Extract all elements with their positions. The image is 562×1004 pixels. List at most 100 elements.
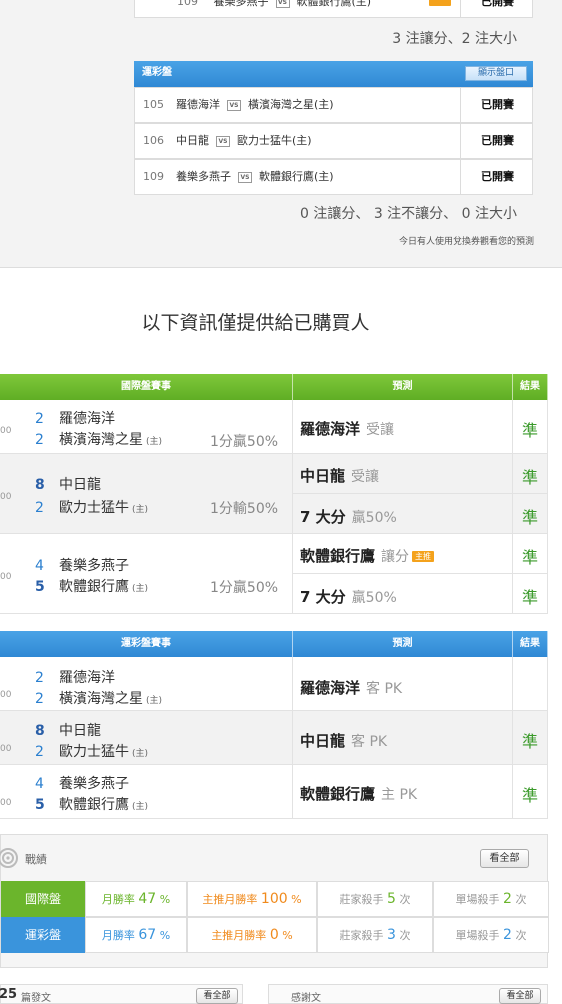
line-result: 1分贏50% — [210, 580, 279, 596]
top-section: 109 養樂多燕子 VS 軟體銀行鷹(主) 已開賽 3 注讓分、2 注大小 運彩盤 … — [0, 0, 562, 268]
main-pick-rate: 主推月勝率 0 % — [187, 917, 317, 953]
away-team: 軟體銀行鷹(主) — [259, 170, 334, 183]
home-team: 羅德海洋 — [176, 98, 220, 111]
intl-summary: 3 注讓分、2 注大小 — [392, 31, 517, 47]
team-name: 中日龍 — [59, 723, 101, 739]
main-pick-rate: 主推月勝率 100 % — [187, 881, 317, 917]
pred-main: 7 大分 — [300, 588, 346, 606]
game-status: 已開賽 — [481, 0, 514, 8]
single-killer: 單場殺手 2 次 — [433, 881, 549, 917]
result-mark: 準 — [521, 588, 538, 607]
result-cell — [513, 657, 548, 711]
monthly-rate: 月勝率 67 % — [85, 917, 187, 953]
host-marker: (主) — [132, 584, 149, 594]
team-name: 歐力士猛牛 — [59, 500, 129, 516]
pred-sub: 贏50% — [351, 590, 397, 606]
record-panel: 戰績 看全部 國際盤 月勝率 47 % 主推月勝率 100 % 莊家殺手 5 次… — [0, 834, 549, 968]
score: 2 — [35, 500, 44, 516]
score: 8 — [35, 477, 45, 493]
score: 4 — [35, 776, 44, 792]
host-marker: (主) — [132, 749, 149, 759]
record-row-label: 運彩盤 — [1, 917, 85, 953]
team-name: 軟體銀行鷹 — [59, 797, 129, 813]
score: 2 — [35, 744, 44, 760]
main-pick-tag: 主推 — [412, 551, 435, 562]
pred-sub: 贏50% — [351, 510, 397, 526]
pred-main: 軟體銀行鷹 — [300, 785, 376, 803]
lottery-box-title: 運彩盤 — [142, 67, 172, 78]
pred-main: 羅德海洋 — [300, 420, 361, 438]
game-time: 00 — [0, 572, 12, 582]
pred-sub: 受讓 — [366, 422, 395, 438]
posts-panel: 25 篇發文 看全部 — [0, 984, 243, 1004]
view-all-posts-button[interactable]: 看全部 — [196, 988, 238, 1004]
buyers-notice: 以下資訊僅提供給已購買人 — [141, 312, 370, 334]
vs-icon: VS — [227, 100, 241, 111]
game-number: 106 — [143, 134, 164, 147]
away-team: 軟體銀行鷹(主) — [296, 0, 372, 8]
home-team: 中日龍 — [176, 134, 209, 147]
view-all-thanks-button[interactable]: 看全部 — [499, 988, 541, 1004]
team-name: 羅德海洋 — [59, 670, 115, 686]
single-killer: 單場殺手 2 次 — [433, 917, 549, 953]
result-mark: 準 — [521, 508, 538, 527]
score: 5 — [35, 579, 45, 595]
line-result: 1分贏50% — [210, 434, 279, 450]
pred-main: 7 大分 — [300, 508, 346, 526]
lottery-box-header: 運彩盤 顯示盤口 — [134, 61, 533, 87]
banker-killer: 莊家殺手 3 次 — [317, 917, 433, 953]
pred-sub: 主 PK — [381, 787, 418, 803]
score: 2 — [35, 691, 44, 707]
home-team: 養樂多燕子 — [213, 0, 269, 8]
game-time: 00 — [0, 426, 12, 436]
team-name: 養樂多燕子 — [59, 776, 129, 792]
pred-sub: 客 PK — [366, 681, 403, 697]
score: 8 — [35, 723, 45, 739]
lottery-row: 106 中日龍 VS 歐力士猛牛(主) 已開賽 — [134, 123, 533, 159]
away-team: 橫濱海灣之星(主) — [248, 98, 334, 111]
intl-game-row — [0, 454, 293, 534]
game-time: 00 — [0, 798, 12, 808]
score: 2 — [35, 670, 44, 686]
result-mark: 準 — [521, 421, 538, 440]
pred-main: 中日龍 — [300, 467, 346, 485]
game-time: 00 — [0, 690, 12, 700]
pred-main: 軟體銀行鷹 — [300, 547, 376, 565]
record-row-label: 國際盤 — [1, 881, 85, 917]
host-marker: (主) — [146, 696, 163, 706]
partial-game-row: 109 養樂多燕子 VS 軟體銀行鷹(主) 已開賽 — [134, 0, 533, 18]
team-name: 羅德海洋 — [59, 411, 115, 427]
team-name: 橫濱海灣之星 — [59, 691, 143, 707]
pred-sub: 讓分 — [381, 549, 410, 565]
game-time: 00 — [0, 492, 12, 502]
team-name: 歐力士猛牛 — [59, 744, 129, 760]
host-marker: (主) — [146, 437, 163, 447]
score: 5 — [35, 797, 45, 813]
result-mark: 準 — [521, 468, 538, 487]
result-mark: 準 — [521, 548, 538, 567]
pred-sub: 客 PK — [351, 734, 388, 750]
away-team: 歐力士猛牛(主) — [237, 134, 312, 147]
pred-main: 中日龍 — [300, 732, 346, 750]
view-all-button[interactable]: 看全部 — [480, 849, 529, 868]
game-status: 已開賽 — [481, 134, 514, 147]
game-number: 109 — [177, 0, 198, 8]
lottery-result-header: 結果 — [513, 631, 548, 657]
line-result: 1分輸50% — [210, 501, 279, 517]
prediction-summary-card: 109 養樂多燕子 VS 軟體銀行鷹(主) 已開賽 3 注讓分、2 注大小 運彩盤 … — [0, 0, 548, 267]
show-odds-button[interactable]: 顯示盤口 — [465, 66, 527, 81]
vs-icon: VS — [238, 172, 252, 183]
lottery-pred-header: 預測 — [293, 631, 513, 657]
lottery-row: 109 養樂多燕子 VS 軟體銀行鷹(主) 已開賽 — [134, 159, 533, 195]
team-name: 養樂多燕子 — [59, 558, 129, 574]
record-title: 戰績 — [25, 853, 47, 866]
result-mark: 準 — [521, 732, 538, 751]
banker-killer: 莊家殺手 5 次 — [317, 881, 433, 917]
score: 2 — [35, 432, 44, 448]
game-status: 已開賽 — [481, 98, 514, 111]
home-team: 養樂多燕子 — [176, 170, 231, 183]
vs-icon: VS — [275, 0, 290, 8]
pred-sub: 受讓 — [351, 469, 380, 485]
game-time: 00 — [0, 744, 12, 754]
team-name: 軟體銀行鷹 — [59, 579, 129, 595]
